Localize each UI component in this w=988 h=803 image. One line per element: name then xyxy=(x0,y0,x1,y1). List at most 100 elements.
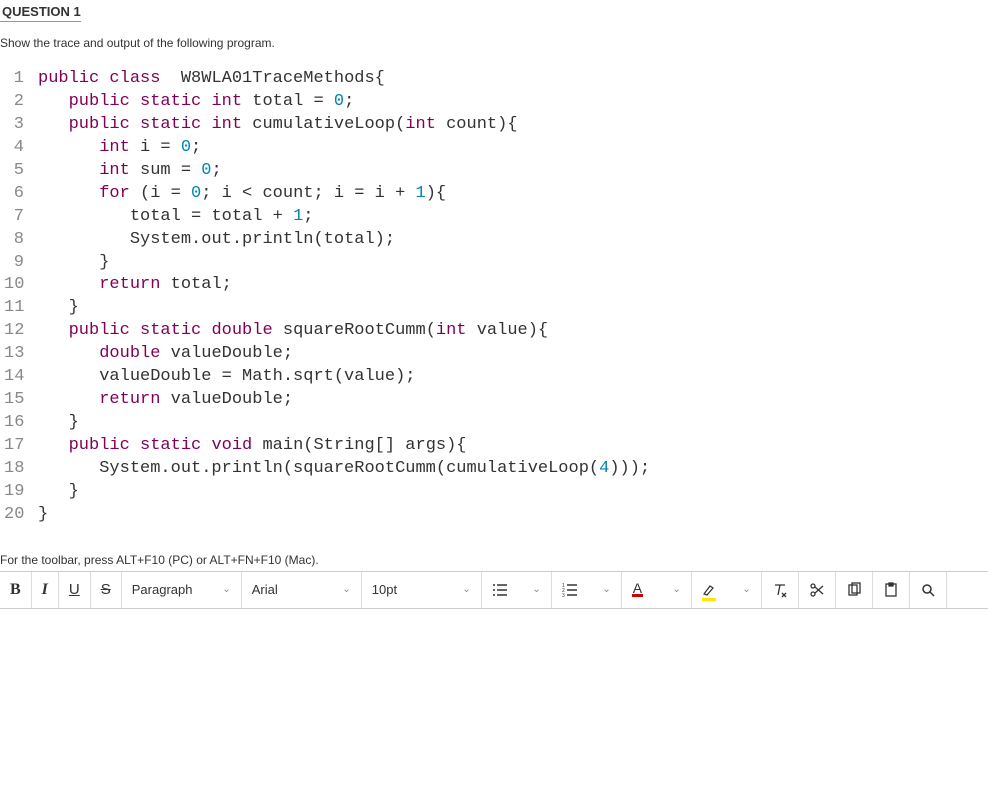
code-line: 18 System.out.println(squareRootCumm(cum… xyxy=(4,458,988,481)
question-heading: QUESTION 1 xyxy=(0,0,988,36)
code-block: 1public class W8WLA01TraceMethods{2 publ… xyxy=(4,68,988,527)
code-text: System.out.println(squareRootCumm(cumula… xyxy=(38,458,650,481)
unordered-list-icon xyxy=(492,582,508,598)
clear-formatting-icon xyxy=(772,582,788,598)
unordered-list-button[interactable]: ⌄ xyxy=(482,572,552,608)
ordered-list-icon: 1 2 3 xyxy=(562,582,578,598)
style-select[interactable]: Paragraph ⌄ xyxy=(122,572,242,608)
copy-icon xyxy=(846,582,862,598)
line-number: 19 xyxy=(4,481,38,504)
chevron-down-icon: ⌄ xyxy=(462,584,470,595)
clear-formatting-button[interactable] xyxy=(762,572,799,608)
line-number: 11 xyxy=(4,297,38,320)
line-number: 8 xyxy=(4,229,38,252)
code-line: 3 public static int cumulativeLoop(int c… xyxy=(4,114,988,137)
code-text: valueDouble = Math.sqrt(value); xyxy=(38,366,415,389)
line-number: 12 xyxy=(4,320,38,343)
highlight-color-button[interactable]: ⌄ xyxy=(692,572,762,608)
code-text: for (i = 0; i < count; i = i + 1){ xyxy=(38,183,446,206)
code-text: public static int cumulativeLoop(int cou… xyxy=(38,114,518,137)
code-text: double valueDouble; xyxy=(38,343,293,366)
code-line: 7 total = total + 1; xyxy=(4,206,988,229)
question-instruction: Show the trace and output of the followi… xyxy=(0,36,988,50)
code-line: 4 int i = 0; xyxy=(4,137,988,160)
chevron-down-icon: ⌄ xyxy=(602,584,610,595)
text-color-button[interactable]: A ⌄ xyxy=(622,572,692,608)
code-text: public static double squareRootCumm(int … xyxy=(38,320,548,343)
code-text: public static void main(String[] args){ xyxy=(38,435,467,458)
code-text: total = total + 1; xyxy=(38,206,313,229)
line-number: 18 xyxy=(4,458,38,481)
font-select[interactable]: Arial ⌄ xyxy=(242,572,362,608)
code-text: public static int total = 0; xyxy=(38,91,354,114)
code-line: 8 System.out.println(total); xyxy=(4,229,988,252)
line-number: 4 xyxy=(4,137,38,160)
ordered-list-button[interactable]: 1 2 3 ⌄ xyxy=(552,572,622,608)
search-icon xyxy=(920,582,936,598)
cut-button[interactable] xyxy=(799,572,836,608)
code-line: 14 valueDouble = Math.sqrt(value); xyxy=(4,366,988,389)
paste-button[interactable] xyxy=(873,572,910,608)
size-select[interactable]: 10pt ⌄ xyxy=(362,572,482,608)
line-number: 2 xyxy=(4,91,38,114)
italic-button[interactable]: I xyxy=(32,572,59,608)
code-text: return valueDouble; xyxy=(38,389,293,412)
code-text: } xyxy=(38,252,109,275)
rich-text-toolbar: B I U S Paragraph ⌄ Arial ⌄ 10pt ⌄ ⌄ 1 2… xyxy=(0,571,988,609)
code-line: 5 int sum = 0; xyxy=(4,160,988,183)
code-text: int sum = 0; xyxy=(38,160,222,183)
code-text: return total; xyxy=(38,274,232,297)
code-line: 1public class W8WLA01TraceMethods{ xyxy=(4,68,988,91)
code-line: 20} xyxy=(4,504,988,527)
toolbar-hint: For the toolbar, press ALT+F10 (PC) or A… xyxy=(0,553,988,567)
code-text: int i = 0; xyxy=(38,137,201,160)
line-number: 3 xyxy=(4,114,38,137)
underline-button[interactable]: U xyxy=(59,572,91,608)
copy-button[interactable] xyxy=(836,572,873,608)
code-line: 15 return valueDouble; xyxy=(4,389,988,412)
code-line: 6 for (i = 0; i < count; i = i + 1){ xyxy=(4,183,988,206)
code-text: } xyxy=(38,504,48,527)
chevron-down-icon: ⌄ xyxy=(342,584,350,595)
scissors-icon xyxy=(809,582,825,598)
chevron-down-icon: ⌄ xyxy=(532,584,540,595)
code-line: 13 double valueDouble; xyxy=(4,343,988,366)
code-text: System.out.println(total); xyxy=(38,229,395,252)
chevron-down-icon: ⌄ xyxy=(222,584,230,595)
line-number: 1 xyxy=(4,68,38,91)
line-number: 16 xyxy=(4,412,38,435)
code-line: 17 public static void main(String[] args… xyxy=(4,435,988,458)
text-color-icon: A xyxy=(632,582,643,597)
highlight-icon xyxy=(702,583,716,597)
code-line: 2 public static int total = 0; xyxy=(4,91,988,114)
code-line: 19 } xyxy=(4,481,988,504)
line-number: 14 xyxy=(4,366,38,389)
chevron-down-icon: ⌄ xyxy=(742,584,750,595)
line-number: 9 xyxy=(4,252,38,275)
svg-text:3: 3 xyxy=(562,593,565,598)
line-number: 15 xyxy=(4,389,38,412)
paste-icon xyxy=(883,582,899,598)
code-line: 16 } xyxy=(4,412,988,435)
line-number: 17 xyxy=(4,435,38,458)
line-number: 7 xyxy=(4,206,38,229)
line-number: 6 xyxy=(4,183,38,206)
bold-button[interactable]: B xyxy=(0,572,32,608)
code-text: } xyxy=(38,297,79,320)
code-text: public class W8WLA01TraceMethods{ xyxy=(38,68,385,91)
font-select-label: Arial xyxy=(252,582,278,597)
code-line: 10 return total; xyxy=(4,274,988,297)
line-number: 10 xyxy=(4,274,38,297)
line-number: 20 xyxy=(4,504,38,527)
chevron-down-icon: ⌄ xyxy=(672,584,680,595)
code-text: } xyxy=(38,481,79,504)
find-button[interactable] xyxy=(910,572,947,608)
line-number: 13 xyxy=(4,343,38,366)
strike-button[interactable]: S xyxy=(91,572,122,608)
code-line: 12 public static double squareRootCumm(i… xyxy=(4,320,988,343)
size-select-label: 10pt xyxy=(372,582,397,597)
code-line: 9 } xyxy=(4,252,988,275)
code-text: } xyxy=(38,412,79,435)
line-number: 5 xyxy=(4,160,38,183)
code-line: 11 } xyxy=(4,297,988,320)
